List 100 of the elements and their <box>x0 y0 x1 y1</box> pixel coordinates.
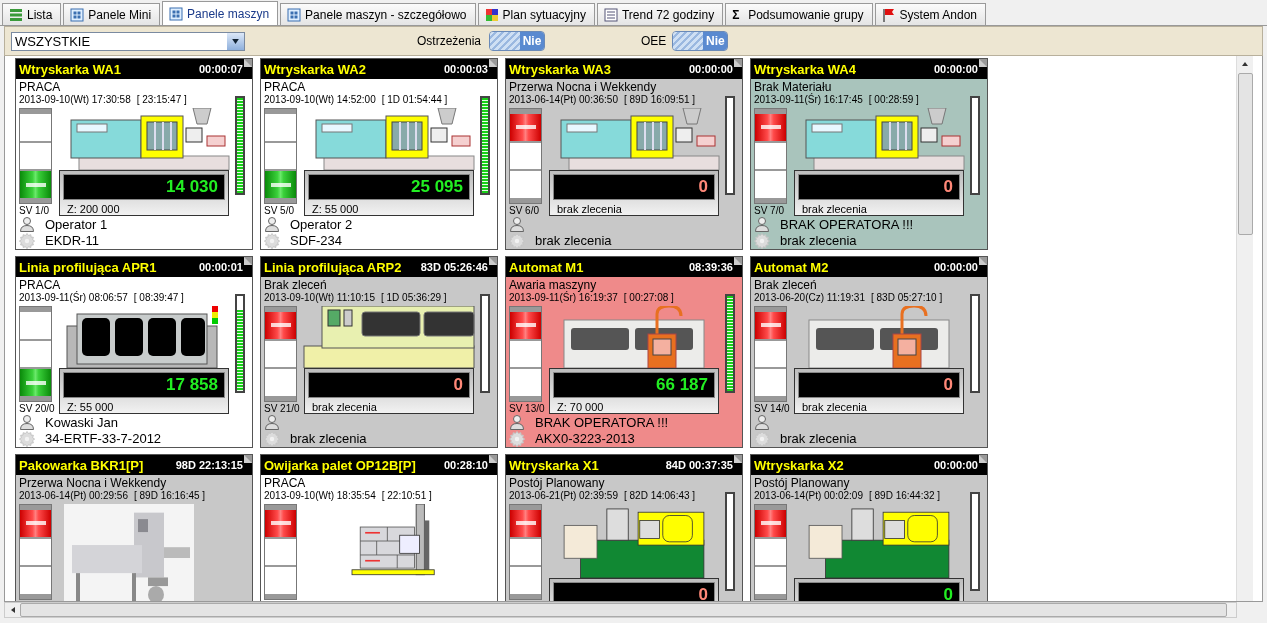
status-text: PRACA <box>263 79 307 94</box>
tab[interactable]: Panele Mini <box>63 3 161 25</box>
timer: 84D 00:37:35 <box>665 459 733 471</box>
tab[interactable]: Lista <box>2 3 62 25</box>
corner-fold-icon <box>489 257 497 265</box>
order-target: brak zlecenia <box>311 400 378 413</box>
order-target: Z: 200 000 <box>66 202 121 215</box>
status-text: PRACA <box>18 79 62 94</box>
machine-title: Wtryskarka WA4 <box>754 61 856 77</box>
sv-label: SV 13/0 <box>509 403 543 414</box>
corner-fold-icon <box>734 257 742 265</box>
sigma-icon: Σ <box>732 7 745 22</box>
timer: 00:00:00 <box>933 63 978 75</box>
corner-fold-icon <box>734 59 742 67</box>
corner-fold-icon <box>489 455 497 463</box>
list-icon <box>9 7 23 22</box>
machine-panel[interactable]: Wtryskarka WA1 00:00:07 PRACA 2013-09-10(Wt) 17:30:58 [ 23:15:47 ] SV 1/0 14 030 Z: 200 000 Operator 1 EKDR-11 <box>15 58 253 250</box>
tab[interactable]: Panele maszyn <box>162 1 279 25</box>
machine-panel[interactable]: Wtryskarka X2 00:00:00 Postój Planowany 2013-06-14(Pt) 00:02:09 [ 89D 16:44:32 ] 0 <box>750 454 988 601</box>
toggle-switch[interactable]: Nie <box>489 31 546 51</box>
tab[interactable]: Σ Podsumowanie grupy <box>725 3 873 25</box>
gear-icon <box>264 232 280 249</box>
toggle-switch[interactable]: Nie <box>672 31 729 51</box>
tab[interactable]: Trend 72 godziny <box>596 3 724 25</box>
operator-name: Operator 1 <box>45 216 108 232</box>
machine-title: Wtryskarka WA3 <box>509 61 611 77</box>
timer: 00:00:00 <box>688 63 733 75</box>
person-icon <box>264 216 280 233</box>
machine-title: Automat M1 <box>509 259 584 275</box>
machine-panel[interactable]: Wtryskarka WA2 00:00:03 PRACA 2013-09-10(Wt) 14:52:00 [ 1D 01:54:44 ] SV 5/0 25 095 Z: 55 000 Operator 2 SDF-234 <box>260 58 498 250</box>
duration: [ 00:28:59 ] <box>868 94 919 106</box>
dropdown-arrow-icon <box>232 38 239 44</box>
status-text: Brak Materiału <box>753 79 833 94</box>
duration: [ 1D 05:36:29 ] <box>381 292 447 304</box>
order-number: brak zlecenia <box>780 431 857 447</box>
grid-icon <box>169 6 184 21</box>
timestamp: 2013-06-14(Pt) 00:36:50 <box>509 94 618 106</box>
machine-title: Pakowarka BKR1[P] <box>19 457 144 473</box>
order-number: AKX0-3223-2013 <box>535 431 635 447</box>
timestamp: 2013-06-21(Pt) 02:39:59 <box>509 490 618 502</box>
count-display: 0 <box>553 582 715 601</box>
timer: 00:28:10 <box>443 459 488 471</box>
order-target: Z: 55 000 <box>66 400 115 413</box>
sv-label: SV 1/0 <box>19 205 51 216</box>
duration: [ 89D 16:09:51 ] <box>623 94 696 106</box>
timestamp: 2013-09-10(Wt) 17:30:58 <box>19 94 131 106</box>
machine-title: Wtryskarka X1 <box>509 457 599 473</box>
group-dropdown[interactable]: WSZYSTKIE <box>11 31 245 51</box>
person-icon <box>754 216 770 233</box>
grid-icon <box>287 7 302 22</box>
machine-panel[interactable]: Wtryskarka WA3 00:00:00 Przerwa Nocna i Wekkendy 2013-06-14(Pt) 00:36:50 [ 89D 16:09:51 ] SV 6/0 0 brak zlecenia brak zlecenia <box>505 58 743 250</box>
timestamp: 2013-06-20(Cz) 11:19:31 <box>754 292 865 304</box>
sv-label: SV 5/0 <box>264 205 296 216</box>
machine-title: Automat M2 <box>754 259 829 275</box>
machine-panel[interactable]: Linia profilująca ARP2 83D 05:26:46 Brak zleceń 2013-09-10(Wt) 11:10:15 [ 1D 05:36:29 ] SV 21/0 0 brak zlecenia brak zlecenia <box>260 256 498 448</box>
tab[interactable]: Plan sytuacyjny <box>477 3 595 25</box>
operator-name: BRAK OPERATORA !!! <box>780 216 914 232</box>
timestamp: 2013-06-14(Pt) 00:29:56 <box>19 490 128 502</box>
timestamp: 2013-09-10(Wt) 11:10:15 <box>264 292 375 304</box>
order-target: Z: 70 000 <box>556 400 605 413</box>
oee-label: OEE <box>641 34 667 48</box>
machine-panel[interactable]: Linia profilująca APR1 00:00:01 PRACA 2013-09-11(Śr) 08:06:57 [ 08:39:47 ] SV 20/0 17 858 Z: 55 000 Kowaski Jan 34-ERTF-33-7-2012 <box>15 256 253 448</box>
duration: [ 22:10:51 ] <box>381 490 432 502</box>
order-number: brak zlecenia <box>535 233 612 249</box>
sv-label: SV 7/0 <box>754 205 786 216</box>
person-icon <box>509 414 525 431</box>
count-display: 0 <box>308 372 470 398</box>
sv-label: SV 14/0 <box>754 403 788 414</box>
machine-panel[interactable]: Automat M1 08:39:36 Awaria maszyny 2013-09-11(Śr) 16:19:37 [ 00:27:08 ] SV 13/0 66 187 Z: 70 000 BRAK OPERATORA !!! AKX0-3223-2013 <box>505 256 743 448</box>
machine-panel[interactable]: Wtryskarka X1 84D 00:37:35 Postój Planowany 2013-06-21(Pt) 02:39:59 [ 82D 14:06:43 ] 0 <box>505 454 743 601</box>
timestamp: 2013-09-11(Śr) 16:19:37 <box>509 292 618 304</box>
machine-panel[interactable]: Pakowarka BKR1[P] 98D 22:13:15 Przerwa Nocna i Wekkendy 2013-06-14(Pt) 00:29:56 [ 89D 16:16:45 ] <box>15 454 253 601</box>
order-target: brak zlecenia <box>801 400 868 413</box>
tab[interactable]: Panele maszyn - szczegółowo <box>280 3 476 25</box>
timestamp: 2013-09-11(Śr) 08:06:57 <box>19 292 128 304</box>
gear-icon <box>19 232 35 249</box>
order-number: SDF-234 <box>290 233 343 249</box>
timer: 00:00:01 <box>198 261 243 273</box>
machine-title: Wtryskarka X2 <box>754 457 844 473</box>
operator-name: Operator 2 <box>290 216 353 232</box>
machine-panel[interactable]: Owijarka palet OP12B[P] 00:28:10 PRACA 2013-09-10(Wt) 18:35:54 [ 22:10:51 ] <box>260 454 498 601</box>
timer: 98D 22:13:15 <box>175 459 243 471</box>
machine-panel[interactable]: Automat M2 00:00:00 Brak zleceń 2013-06-20(Cz) 11:19:31 [ 83D 05:27:10 ] SV 14/0 0 brak zlecenia brak zlecenia <box>750 256 988 448</box>
machine-title: Wtryskarka WA2 <box>264 61 366 77</box>
timestamp: 2013-09-11(Śr) 16:17:45 <box>754 94 863 106</box>
sv-label: SV 20/0 <box>19 403 53 414</box>
vertical-scrollbar[interactable] <box>1236 56 1253 601</box>
machine-panel[interactable]: Wtryskarka WA4 00:00:00 Brak Materiału 2013-09-11(Śr) 16:17:45 [ 00:28:59 ] SV 7/0 0 brak zlecenia BRAK OPERATORA !!! brak zlecenia <box>750 58 988 250</box>
status-text: Postój Planowany <box>753 475 851 490</box>
gear-icon <box>754 232 770 249</box>
gear-icon <box>264 430 280 447</box>
timer: 00:00:00 <box>933 459 978 471</box>
duration: [ 08:39:47 ] <box>133 292 184 304</box>
corner-fold-icon <box>244 59 252 67</box>
count-display: 0 <box>798 582 960 601</box>
corner-fold-icon <box>244 455 252 463</box>
operator-name: BRAK OPERATORA !!! <box>535 414 669 430</box>
horizontal-scrollbar[interactable] <box>4 602 1237 618</box>
tab[interactable]: System Andon <box>874 3 986 25</box>
person-icon <box>509 216 525 233</box>
